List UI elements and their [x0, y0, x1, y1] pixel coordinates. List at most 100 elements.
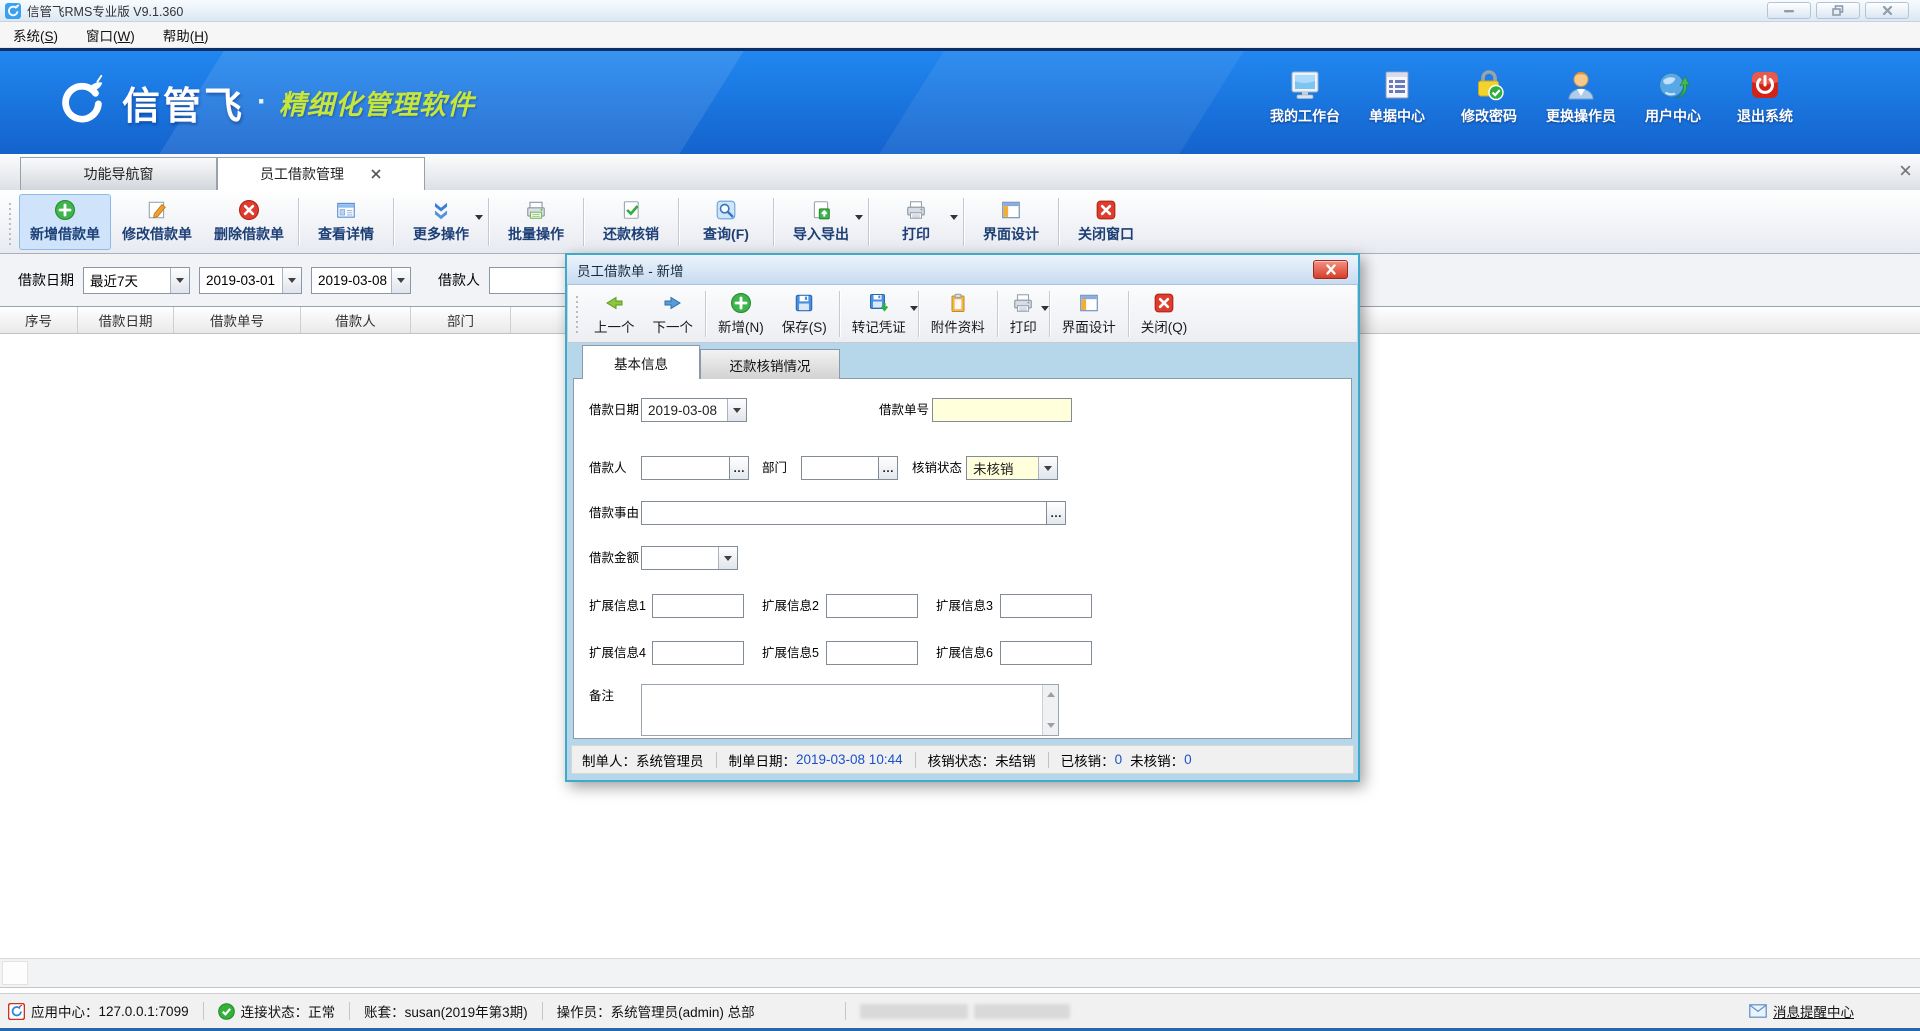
new-record-button[interactable]: 新增(N) — [709, 288, 773, 340]
ui-design-button[interactable]: 界面设计 — [1053, 288, 1125, 340]
tab-loan-management[interactable]: 员工借款管理 — [217, 157, 425, 190]
user-center-button[interactable]: 用户中心 — [1636, 68, 1710, 126]
edit-loan-button[interactable]: 修改借款单 — [111, 194, 203, 250]
scroll-up-icon[interactable] — [1047, 688, 1055, 697]
ext5-input[interactable] — [826, 641, 918, 665]
status-separator — [542, 1002, 543, 1020]
close-window-icon — [1095, 199, 1117, 221]
dropdown-caret-icon — [950, 215, 958, 224]
batch-copier-icon — [525, 199, 547, 221]
scrollbar-thumb[interactable] — [2, 961, 28, 985]
verify-state-value: 未核销 — [967, 457, 1038, 479]
dropdown-arrow[interactable] — [391, 268, 410, 293]
column-header-loan-no[interactable]: 借款单号 — [174, 307, 301, 333]
tabbar-close-icon[interactable] — [1899, 164, 1912, 177]
ui-design-button[interactable]: 界面设计 — [967, 194, 1055, 250]
operator-user-icon — [1564, 68, 1598, 102]
loan-date-label: 借款日期 — [589, 398, 639, 422]
menu-system[interactable]: 系统(S) — [13, 25, 58, 45]
delete-loan-button[interactable]: 删除借款单 — [203, 194, 295, 250]
date-from-select[interactable]: 2019-03-01 — [199, 267, 302, 294]
status-separator — [845, 1002, 846, 1020]
column-header-dept[interactable]: 部门 — [411, 307, 511, 333]
ext1-label: 扩展信息1 — [589, 594, 646, 618]
dept-input[interactable] — [801, 456, 879, 480]
print-button[interactable]: 打印 — [1001, 288, 1046, 340]
view-details-button[interactable]: 查看详情 — [302, 194, 390, 250]
ext4-input[interactable] — [652, 641, 744, 665]
close-dialog-button[interactable]: 关闭(Q) — [1132, 288, 1197, 340]
ext2-input[interactable] — [826, 594, 918, 618]
ext5-label: 扩展信息5 — [762, 641, 819, 665]
loan-no-input[interactable] — [932, 398, 1072, 422]
dialog-form: 借款日期 2019-03-08 借款单号 借款人 … 部门 … 核销状态 未核销… — [573, 378, 1352, 739]
import-export-icon — [810, 199, 832, 221]
tab-basic-info[interactable]: 基本信息 — [582, 345, 700, 379]
dept-lookup-button[interactable]: … — [879, 456, 898, 480]
dropdown-arrow[interactable] — [170, 268, 189, 293]
import-export-button[interactable]: 导入导出 — [777, 194, 865, 250]
document-center-icon — [1380, 68, 1414, 102]
toolbar-separator — [488, 198, 489, 246]
batch-actions-button[interactable]: 批量操作 — [492, 194, 580, 250]
loan-reason-input[interactable] — [641, 501, 1047, 525]
message-center-link[interactable]: 消息提醒中心 — [1749, 1001, 1854, 1021]
scroll-down-icon[interactable] — [1047, 723, 1055, 732]
close-button[interactable] — [1865, 2, 1909, 19]
layout-design-icon — [1078, 292, 1100, 314]
tab-close-icon[interactable] — [370, 168, 382, 180]
query-button[interactable]: 查询(F) — [682, 194, 770, 250]
minimize-button[interactable] — [1767, 2, 1811, 19]
arrow-left-icon — [603, 292, 625, 314]
exit-system-button[interactable]: 退出系统 — [1728, 68, 1802, 126]
printer-icon — [905, 199, 927, 221]
document-center-button[interactable]: 单据中心 — [1360, 68, 1434, 126]
remark-textarea[interactable] — [641, 684, 1059, 736]
dropdown-arrow[interactable] — [718, 547, 737, 569]
save-button[interactable]: 保存(S) — [773, 288, 836, 340]
close-window-button[interactable]: 关闭窗口 — [1062, 194, 1150, 250]
ext6-input[interactable] — [1000, 641, 1092, 665]
dropdown-arrow[interactable] — [727, 399, 746, 421]
reason-lookup-button[interactable]: … — [1047, 501, 1066, 525]
borrower-input[interactable] — [641, 456, 730, 480]
dropdown-arrow[interactable] — [1038, 457, 1057, 479]
verify-state-select[interactable]: 未核销 — [966, 456, 1058, 480]
column-header-borrower[interactable]: 借款人 — [301, 307, 411, 333]
add-icon — [54, 199, 76, 221]
toolbar-separator — [1058, 198, 1059, 246]
next-record-button[interactable]: 下一个 — [644, 288, 703, 340]
menu-window[interactable]: 窗口(W) — [86, 25, 135, 45]
ext3-input[interactable] — [1000, 594, 1092, 618]
repay-verify-button[interactable]: 还款核销 — [587, 194, 675, 250]
loan-date-select[interactable]: 2019-03-08 — [641, 398, 747, 422]
more-actions-button[interactable]: 更多操作 — [397, 194, 485, 250]
toolbar-grip — [575, 293, 580, 335]
arrow-right-icon — [662, 292, 684, 314]
print-button[interactable]: 打印 — [872, 194, 960, 250]
date-to-select[interactable]: 2019-03-08 — [311, 267, 411, 294]
verify-status-value: 未结销 — [995, 750, 1036, 770]
borrower-lookup-button[interactable]: … — [730, 456, 749, 480]
restore-button[interactable] — [1816, 2, 1860, 19]
date-range-select[interactable]: 最近7天 — [83, 267, 190, 294]
loan-amount-select[interactable] — [641, 546, 738, 570]
remark-scrollbar[interactable] — [1042, 685, 1058, 735]
workbench-button[interactable]: 我的工作台 — [1268, 68, 1342, 126]
tab-repayment-status[interactable]: 还款核销情况 — [700, 349, 840, 379]
column-header-date[interactable]: 借款日期 — [78, 307, 174, 333]
change-password-button[interactable]: 修改密码 — [1452, 68, 1526, 126]
prev-record-button[interactable]: 上一个 — [585, 288, 644, 340]
attachments-button[interactable]: 附件资料 — [922, 288, 994, 340]
globe-icon — [1656, 68, 1690, 102]
menu-help[interactable]: 帮助(H) — [163, 25, 209, 45]
switch-operator-button[interactable]: 更换操作员 — [1544, 68, 1618, 126]
horizontal-scrollbar[interactable] — [0, 958, 1920, 988]
dialog-close-button[interactable] — [1313, 260, 1348, 279]
post-voucher-button[interactable]: 转记凭证 — [843, 288, 915, 340]
dropdown-arrow[interactable] — [282, 268, 301, 293]
ext1-input[interactable] — [652, 594, 744, 618]
add-loan-button[interactable]: 新增借款单 — [19, 194, 111, 250]
column-header-seq[interactable]: 序号 — [0, 307, 78, 333]
tab-function-nav[interactable]: 功能导航窗 — [20, 157, 217, 190]
